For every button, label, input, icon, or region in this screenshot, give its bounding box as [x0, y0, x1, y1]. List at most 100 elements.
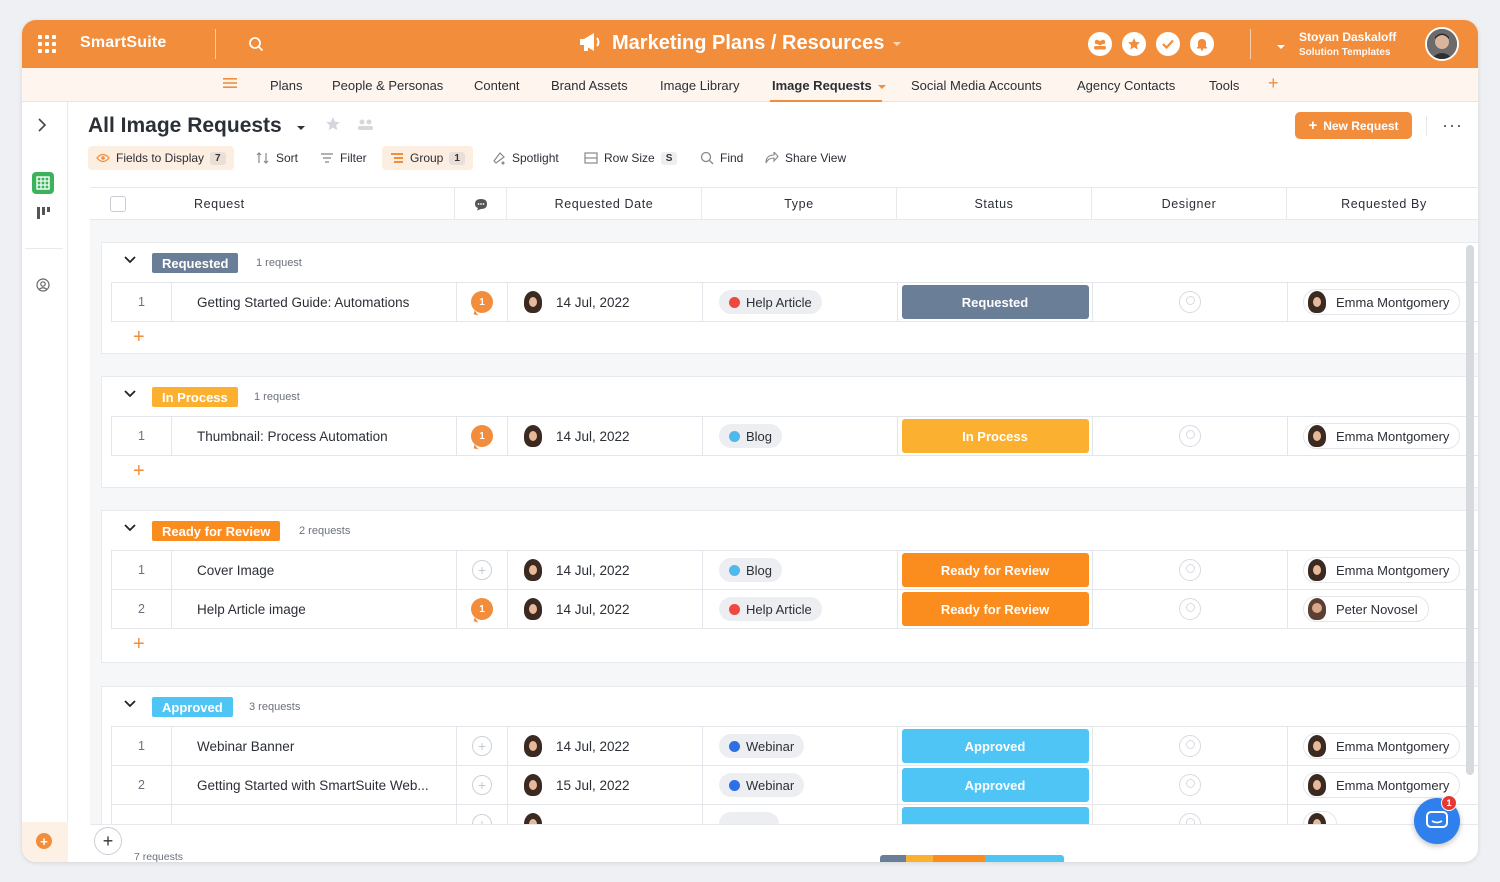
user-avatar[interactable] — [1425, 27, 1459, 61]
tab-image-requests[interactable]: Image Requests — [772, 78, 887, 93]
table-row[interactable]: 1 Getting Started Guide: Automations 1 1… — [111, 282, 1478, 322]
column-header-requested-by[interactable]: Requested By — [1287, 188, 1478, 220]
column-header-requested-date[interactable]: Requested Date — [507, 188, 702, 220]
status-badge[interactable]: In Process — [901, 419, 1089, 453]
comment-count-badge[interactable]: 1 — [471, 598, 493, 620]
table-row[interactable]: 2 Help Article image 1 14 Jul, 2022 Help… — [111, 589, 1478, 629]
user-tag[interactable]: Emma Montgomery — [1303, 772, 1461, 798]
add-comment-icon[interactable]: + — [472, 775, 492, 795]
status-badge[interactable]: Approved — [901, 768, 1089, 802]
members-icon[interactable] — [1088, 32, 1112, 56]
user-name[interactable]: Stoyan Daskaloff — [1299, 30, 1396, 44]
user-tag[interactable]: Peter Novosel — [1303, 596, 1429, 622]
add-comment-icon[interactable]: + — [472, 560, 492, 580]
user-tag[interactable]: Emma Montgomery — [1303, 423, 1461, 449]
requested-date[interactable]: 14 Jul, 2022 — [556, 295, 630, 310]
empty-assignee-icon[interactable] — [1179, 598, 1201, 620]
tab-agency-contacts[interactable]: Agency Contacts — [1077, 78, 1175, 93]
empty-assignee-icon[interactable] — [1179, 291, 1201, 313]
type-tag[interactable]: Webinar — [719, 734, 805, 758]
requested-date[interactable]: 14 Jul, 2022 — [556, 563, 630, 578]
empty-assignee-icon[interactable] — [1179, 774, 1201, 796]
select-all-checkbox[interactable] — [110, 196, 126, 212]
user-circle-icon[interactable] — [36, 278, 50, 295]
more-options-icon[interactable]: ··· — [1442, 115, 1463, 136]
type-tag[interactable]: Blog — [719, 424, 783, 448]
status-badge[interactable]: Approved — [901, 729, 1089, 763]
share-view-button[interactable]: Share View — [765, 146, 846, 170]
chevron-right-icon[interactable] — [37, 118, 47, 135]
request-title[interactable]: Thumbnail: Process Automation — [172, 417, 457, 455]
fields-to-display-button[interactable]: Fields to Display 7 — [88, 146, 234, 170]
add-row-button[interactable]: + — [133, 461, 145, 481]
tab-content[interactable]: Content — [474, 78, 520, 93]
star-icon[interactable] — [325, 116, 341, 132]
add-circle-icon[interactable]: + — [36, 833, 52, 849]
type-tag[interactable]: Webinar — [719, 773, 805, 797]
filter-button[interactable]: Filter — [320, 146, 367, 170]
solution-title[interactable]: Marketing Plans / Resources — [578, 31, 902, 56]
spotlight-button[interactable]: Spotlight — [492, 146, 559, 170]
request-title[interactable]: Getting Started Guide: Automations — [172, 283, 457, 321]
empty-assignee-icon[interactable] — [1179, 735, 1201, 757]
request-title[interactable]: Cover Image — [172, 551, 457, 589]
star-icon[interactable] — [1122, 32, 1146, 56]
status-summary-bar[interactable] — [880, 855, 1064, 862]
sort-button[interactable]: Sort — [256, 146, 298, 170]
empty-assignee-icon[interactable] — [1179, 425, 1201, 447]
request-title[interactable]: Webinar Banner — [172, 727, 457, 765]
table-row[interactable]: 1 Cover Image + 14 Jul, 2022 Blog Ready … — [111, 550, 1478, 590]
status-badge[interactable]: Ready for Review — [901, 553, 1089, 587]
add-record-button[interactable]: + — [94, 827, 122, 855]
table-row-partial[interactable]: + — [111, 804, 1478, 824]
add-tab-button[interactable]: + — [1268, 73, 1279, 94]
vertical-scrollbar[interactable] — [1466, 245, 1474, 775]
grid-view-icon[interactable] — [32, 172, 54, 194]
tab-social-media-accounts[interactable]: Social Media Accounts — [911, 78, 1042, 93]
status-badge[interactable] — [901, 807, 1089, 824]
members-icon[interactable] — [357, 118, 375, 132]
table-row[interactable]: 1 Webinar Banner + 14 Jul, 2022 Webinar … — [111, 726, 1478, 766]
requested-date[interactable]: 14 Jul, 2022 — [556, 602, 630, 617]
chevron-down-icon[interactable] — [1276, 39, 1286, 54]
tab-image-library[interactable]: Image Library — [660, 78, 739, 93]
new-request-button[interactable]: + New Request — [1295, 112, 1412, 139]
requested-date[interactable]: 14 Jul, 2022 — [556, 739, 630, 754]
column-header-type[interactable]: Type — [702, 188, 897, 220]
empty-assignee-icon[interactable] — [1179, 813, 1201, 824]
user-tag[interactable]: Emma Montgomery — [1303, 289, 1461, 315]
tab-tools[interactable]: Tools — [1209, 78, 1239, 93]
table-row[interactable]: 1 Thumbnail: Process Automation 1 14 Jul… — [111, 416, 1478, 456]
row-size-button[interactable]: Row Size S — [584, 146, 678, 170]
status-badge[interactable]: Requested — [901, 285, 1089, 319]
status-badge[interactable]: Ready for Review — [901, 592, 1089, 626]
apps-grid-icon[interactable] — [38, 35, 56, 53]
comment-count-badge[interactable]: 1 — [471, 425, 493, 447]
view-title[interactable]: All Image Requests — [88, 114, 375, 138]
tab-people-personas[interactable]: People & Personas — [332, 78, 443, 93]
kanban-view-icon[interactable] — [36, 206, 50, 223]
request-title[interactable]: Help Article image — [172, 590, 457, 628]
group-button[interactable]: Group 1 — [382, 146, 473, 170]
user-tag[interactable] — [1303, 811, 1337, 824]
column-header-status[interactable]: Status — [897, 188, 1092, 220]
empty-assignee-icon[interactable] — [1179, 559, 1201, 581]
request-title[interactable]: Getting Started with SmartSuite Web... — [172, 766, 457, 804]
type-tag[interactable]: Help Article — [719, 290, 822, 314]
column-header-designer[interactable]: Designer — [1092, 188, 1287, 220]
find-button[interactable]: Find — [700, 146, 743, 170]
add-row-button[interactable]: + — [133, 327, 145, 347]
requested-date[interactable]: 14 Jul, 2022 — [556, 429, 630, 444]
user-tag[interactable]: Emma Montgomery — [1303, 557, 1461, 583]
search-icon[interactable] — [248, 36, 264, 55]
type-tag[interactable]: Help Article — [719, 597, 822, 621]
bell-icon[interactable] — [1190, 32, 1214, 56]
add-row-button[interactable]: + — [133, 634, 145, 654]
brand-logo[interactable]: SmartSuite — [80, 34, 166, 52]
column-header-request[interactable]: Request — [159, 188, 455, 220]
type-tag[interactable]: Blog — [719, 558, 783, 582]
chevron-down-icon[interactable] — [124, 390, 136, 398]
tab-plans[interactable]: Plans — [270, 78, 303, 93]
chevron-down-icon[interactable] — [124, 524, 136, 532]
chevron-down-icon[interactable] — [124, 700, 136, 708]
